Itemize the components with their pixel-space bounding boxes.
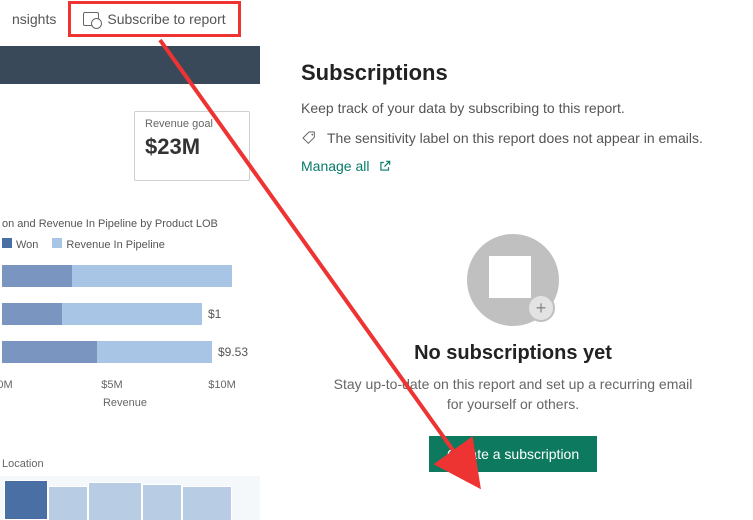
panel-title: Subscriptions	[301, 60, 735, 86]
map-visual[interactable]	[0, 476, 260, 520]
sensitivity-text: The sensitivity label on this report doe…	[327, 130, 703, 146]
bar-segment-won	[2, 341, 97, 363]
insights-button[interactable]: nsights	[0, 1, 68, 37]
axis-tick: $10M	[192, 379, 252, 391]
bar-segment-won	[2, 303, 62, 325]
map-label: Location	[2, 458, 260, 470]
kpi-tile-revenue-goal[interactable]: Revenue goal $23M	[134, 111, 250, 181]
map-region	[4, 480, 48, 520]
subscribe-label: Subscribe to report	[107, 11, 225, 27]
map-region	[48, 486, 88, 520]
empty-state-title: No subscriptions yet	[333, 342, 693, 365]
subscriptions-panel: Subscriptions Keep track of your data by…	[273, 38, 753, 520]
chart-title: on and Revenue In Pipeline by Product LO…	[0, 218, 260, 230]
chart-legend: Won Revenue In Pipeline	[0, 238, 260, 251]
insights-label: nsights	[12, 11, 56, 27]
report-preview: Revenue goal $23M on and Revenue In Pipe…	[0, 38, 260, 520]
empty-state-text: Stay up-to-date on this report and set u…	[333, 375, 693, 414]
bar-label: $1	[208, 307, 221, 321]
top-toolbar: nsights Subscribe to report	[0, 0, 241, 38]
create-subscription-button[interactable]: Create a subscription	[429, 436, 597, 472]
bar-row: $1	[2, 303, 248, 325]
chart-x-axis: $0M $5M $10M Revenue	[2, 379, 248, 409]
legend-pipeline: Revenue In Pipeline	[66, 239, 164, 251]
legend-swatch-pipeline	[52, 238, 62, 248]
axis-label: Revenue	[103, 397, 147, 409]
kpi-label: Revenue goal	[145, 118, 239, 130]
empty-state-icon: +	[467, 234, 559, 326]
subscribe-to-report-button[interactable]: Subscribe to report	[68, 1, 240, 37]
legend-won: Won	[16, 239, 38, 251]
bar-segment-pipeline	[62, 303, 202, 325]
panel-subtitle: Keep track of your data by subscribing t…	[301, 100, 735, 116]
open-external-icon	[378, 159, 392, 173]
sensitivity-notice: The sensitivity label on this report doe…	[301, 130, 735, 146]
subscribe-icon	[83, 12, 99, 26]
manage-all-link[interactable]: Manage all	[301, 158, 735, 174]
axis-tick: $0M	[0, 379, 32, 391]
tag-icon	[301, 130, 317, 146]
bar-row	[2, 265, 248, 287]
manage-all-label: Manage all	[301, 158, 370, 174]
bar-segment-pipeline	[97, 341, 212, 363]
report-header-band	[0, 46, 260, 84]
axis-tick: $5M	[82, 379, 142, 391]
legend-swatch-won	[2, 238, 12, 248]
map-section: Location	[0, 458, 260, 520]
map-region	[142, 484, 182, 520]
plus-icon: +	[527, 294, 555, 322]
bar-row: $9.53	[2, 341, 248, 363]
chart-bars[interactable]: $1 $9.53 $0M $5M $10M Revenue	[0, 265, 260, 409]
kpi-value: $23M	[145, 134, 239, 160]
map-region	[88, 482, 142, 520]
map-region	[182, 486, 232, 520]
bar-chart-section: on and Revenue In Pipeline by Product LO…	[0, 218, 260, 409]
bar-segment-pipeline	[72, 265, 232, 287]
bar-label: $9.53	[218, 345, 248, 359]
empty-state: + No subscriptions yet Stay up-to-date o…	[333, 234, 693, 472]
bar-segment-won	[2, 265, 72, 287]
